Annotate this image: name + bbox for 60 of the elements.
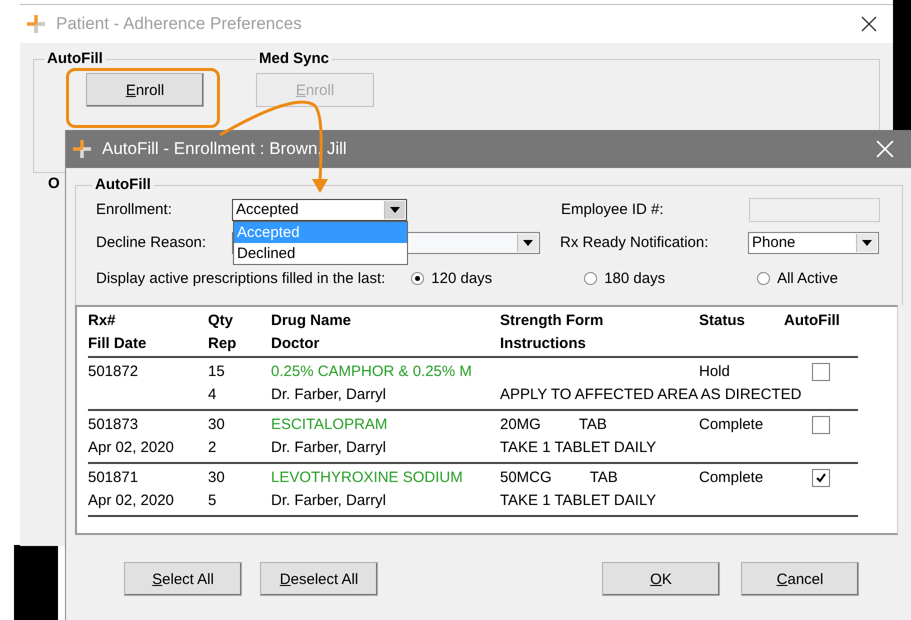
dialog-button[interactable]: Cancel [741,562,859,596]
checkmark-icon [815,472,827,484]
field-label: Employee ID #: [561,201,665,218]
table-cell-text: 50MCG [500,468,552,488]
table-cell-text: Dr. Farber, Darryl [271,491,388,511]
table-cell-text: 0.25% CAMPHOR & 0.25% M [271,362,473,382]
table-cell-text: TAKE 1 TABLET DAILY [500,491,658,511]
column-header: Rx# Fill Date [88,311,148,354]
enroll-button[interactable]: Enroll [86,73,204,107]
field-label: Rx Ready Notification: [560,234,710,251]
autofill-checkbox[interactable] [812,362,830,380]
group-label: Med Sync [256,50,332,67]
column-header: Strength Form Instructions [500,311,604,354]
dropdown-option[interactable]: Declined [234,242,407,264]
table-cell-text: TAB [590,468,618,488]
table-cell-text: Complete [699,415,764,435]
table-cell-text: 30 [208,415,226,435]
field-label: Decline Reason: [96,234,208,251]
table-cell-text: 2 [208,438,218,458]
table-cell: Apr 02, 2020 [88,439,174,456]
table-cell-text: Dr. Farber, Darryl [271,385,388,405]
column-header: Qty Rep [208,311,238,354]
table-cell-text: APPLY TO AFFECTED AREA AS DIRECTED [500,385,802,405]
close-icon[interactable] [861,16,877,32]
table-cell-text: Complete [699,468,764,488]
dropdown-arrow-icon [862,240,872,246]
table-cell: Apr 02, 2020 [88,492,174,509]
table-cell-text: TAB [578,415,607,435]
table-cell-text: 15 [208,362,226,382]
table-cell-text: 501871 [88,468,140,488]
dialog-button[interactable]: Deselect All [260,562,378,596]
autofill-checkbox[interactable] [812,468,830,486]
dialog-button[interactable]: Select All [124,562,242,596]
column-header: Status [699,311,746,331]
app-logo-icon [26,14,46,34]
table-cell-text: TAKE 1 TABLET DAILY [500,438,658,458]
autofill-checkbox[interactable] [812,416,830,434]
table-cell-text: Hold [699,362,731,382]
table-cell-text: 30 [208,468,226,488]
table-cell-text: 501873 [88,415,140,435]
period-radio[interactable]: All Active [757,270,838,286]
dialog-button[interactable]: OK [602,562,720,596]
app-logo-icon [72,139,92,159]
window-title: Patient - Adherence Preferences [56,14,303,34]
table-cell-text: Dr. Farber, Darryl [271,438,388,458]
table-cell-text: 501872 [88,362,140,382]
column-header: AutoFill [784,311,841,331]
table-cell-text: ESCITALOPRAM [271,415,388,435]
table-cell-text: 5 [208,491,218,511]
field-label: Enrollment: [96,201,173,218]
notification-dropdown[interactable]: Phone [748,232,879,254]
field-label: Display active prescriptions filled in the last: [96,270,386,286]
column-header: Drug Name Doctor [271,311,352,354]
table-cell-text: LEVOTHYROXINE SODIUM [271,468,464,488]
table-cell-text: 20MG [500,415,541,435]
dropdown-arrow-icon [523,240,533,246]
dropdown-arrow-icon [390,206,400,212]
period-radio[interactable]: 120 days [411,270,492,286]
table-cell-text: 4 [208,385,218,405]
period-radio[interactable]: 180 days [584,270,666,286]
